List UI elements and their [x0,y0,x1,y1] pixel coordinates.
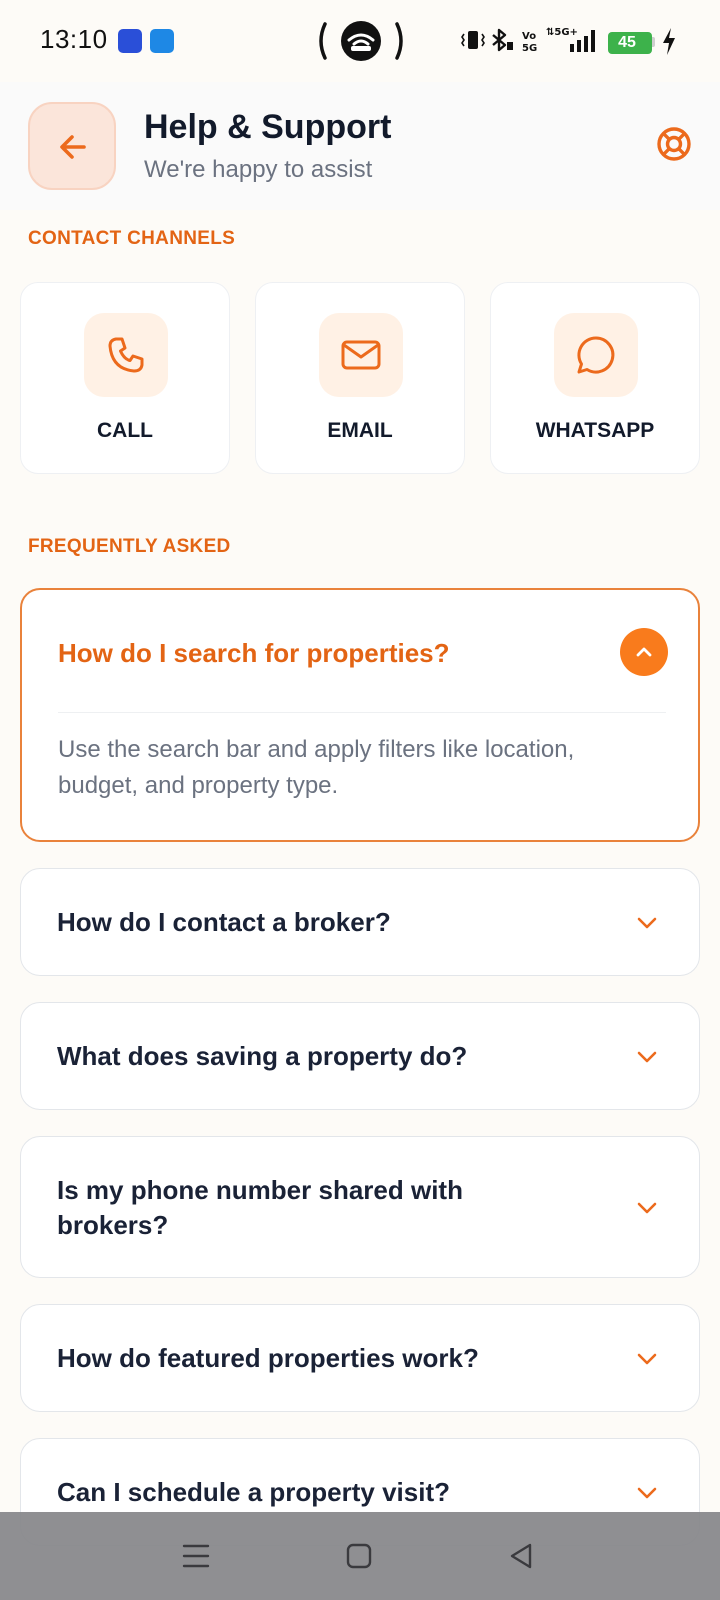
faq-question: How do I search for properties? [58,638,450,668]
collapse-button[interactable] [620,628,668,676]
cloud-app-icon [150,29,174,53]
chat-bubble-icon [577,336,615,374]
faq-answer: Use the search bar and apply filters lik… [58,736,575,799]
page-subtitle: We're happy to assist [144,156,373,183]
bluetooth-icon [492,28,513,52]
app-header: Help & Support We're happy to assist [0,82,720,210]
chevron-down-icon[interactable] [635,1481,659,1505]
contact-channels-heading: CONTACT CHANNELS [28,228,236,249]
mail-icon [341,340,381,370]
whatsapp-label: WHATSAPP [535,419,655,442]
battery-level: 45 [618,34,636,51]
back-nav-icon[interactable] [504,1538,540,1574]
email-label: EMAIL [327,419,393,442]
faq-item[interactable]: How do I contact a broker? [20,868,700,976]
svg-text:Vo: Vo [522,31,536,42]
call-icon-tile [84,313,168,397]
travel-app-icon [118,29,142,53]
svg-text:5G: 5G [522,43,537,54]
status-time: 13:10 [40,24,108,54]
system-navigation-bar [0,1512,720,1600]
faq-question: Can I schedule a property visit? [57,1477,450,1507]
menu-icon[interactable] [178,1538,214,1574]
faq-heading: FREQUENTLY ASKED [28,536,231,557]
chevron-down-icon[interactable] [635,1196,659,1220]
whatsapp-icon-tile [554,313,638,397]
faq-question: Is my phone number shared with brokers? [57,1175,463,1240]
faq-divider [58,712,666,713]
charging-icon [663,28,675,55]
home-icon[interactable] [341,1538,377,1574]
faq-item[interactable]: How do featured properties work? [20,1304,700,1412]
chevron-up-icon [636,647,652,657]
faq-question: What does saving a property do? [57,1041,468,1071]
lifebuoy-icon[interactable] [654,124,694,164]
vibrate-icon [461,31,485,49]
signal-5g-icon: ⇅5G+ [546,27,595,52]
faq-question: How do featured properties work? [57,1343,479,1373]
page-title: Help & Support [144,108,392,146]
faq-item-expanded[interactable]: How do I search for properties? Use the … [20,588,700,842]
faq-item[interactable]: What does saving a property do? [20,1002,700,1110]
status-bar: 13:10 Vo 5G ⇅5G+ 45 [0,0,720,82]
svg-text:⇅5G+: ⇅5G+ [546,27,578,38]
call-card[interactable]: CALL [20,282,230,474]
battery-tip [652,37,655,47]
faq-item[interactable]: Is my phone number shared with brokers? [20,1136,700,1278]
email-card[interactable]: EMAIL [255,282,465,474]
battery-indicator: 45 [608,32,652,54]
status-indicators: Vo 5G ⇅5G+ 45 [460,24,680,58]
arrow-left-icon [60,135,86,159]
contact-channels: CALL EMAIL WHATSAPP [20,282,700,474]
back-button[interactable] [28,102,116,190]
hotspot-icon [319,21,403,61]
volte-icon: Vo 5G [522,31,537,54]
faq-question: How do I contact a broker? [57,907,391,937]
call-label: CALL [97,419,153,442]
chevron-down-icon[interactable] [635,1347,659,1371]
phone-icon [108,337,144,373]
chevron-down-icon[interactable] [635,1045,659,1069]
whatsapp-card[interactable]: WHATSAPP [490,282,700,474]
email-icon-tile [319,313,403,397]
chevron-down-icon[interactable] [635,911,659,935]
